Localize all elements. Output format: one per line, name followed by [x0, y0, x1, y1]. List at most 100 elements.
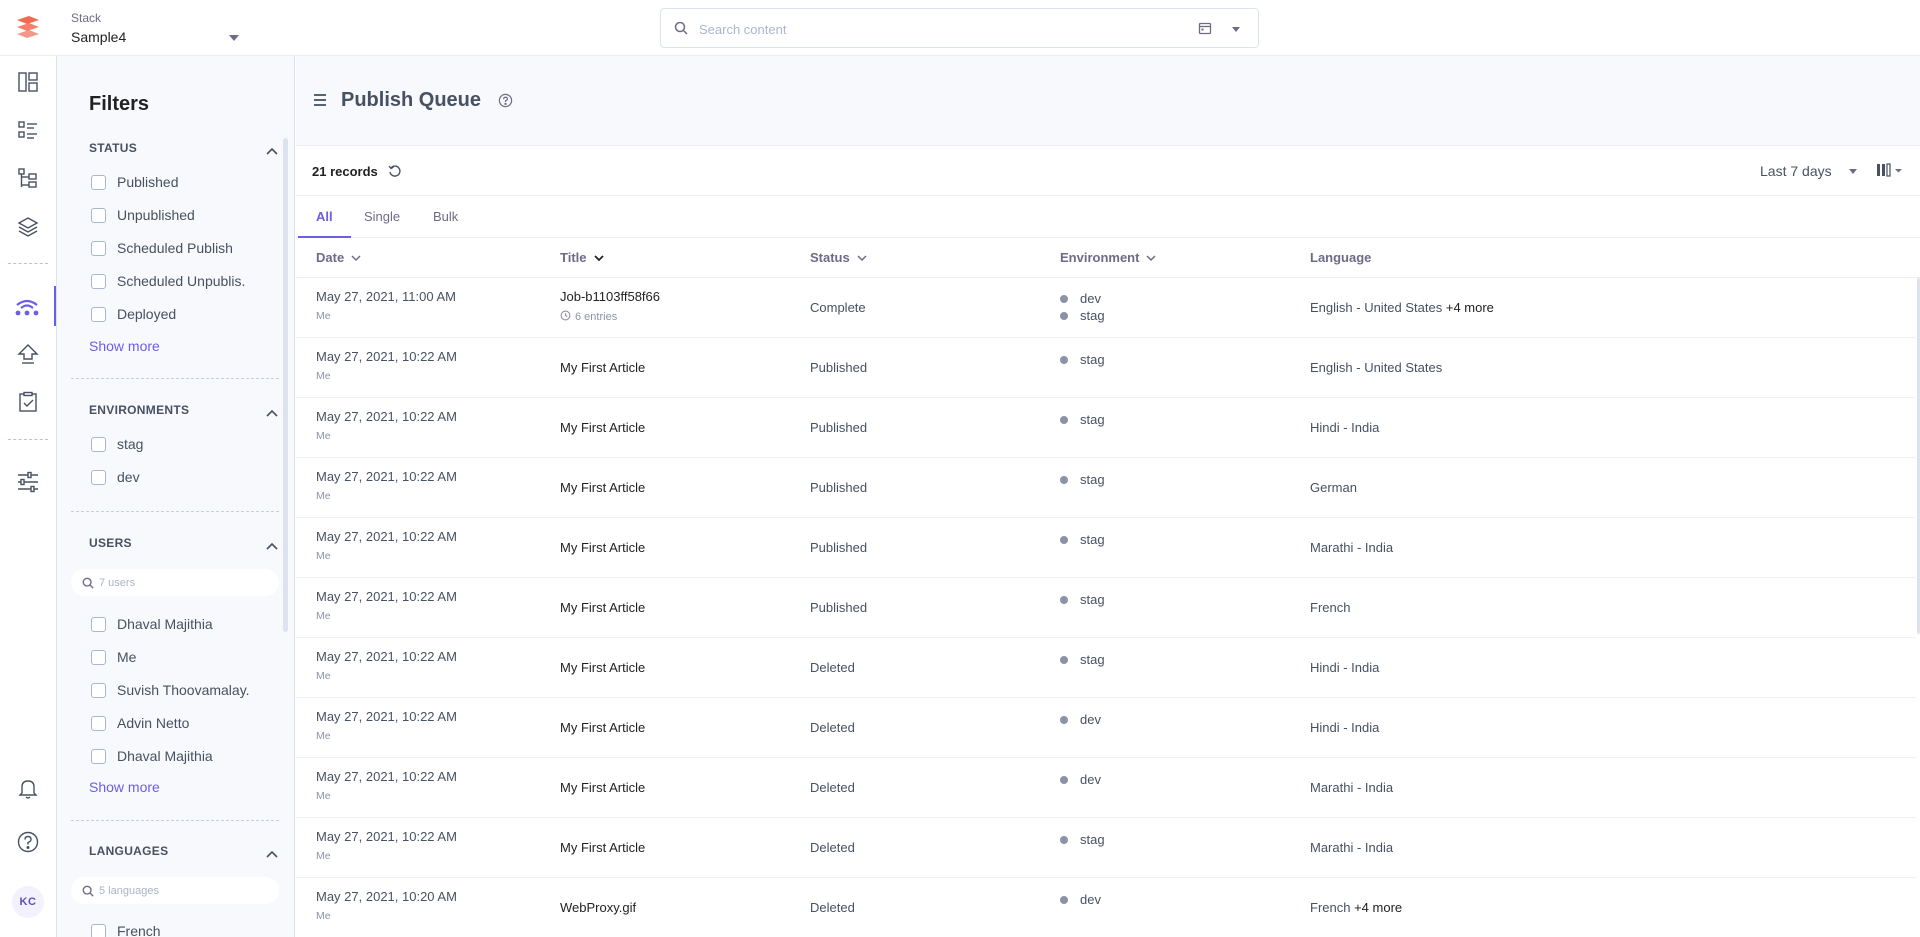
languages-search[interactable] [71, 877, 279, 904]
tab-all[interactable]: All [298, 196, 351, 238]
chevron-down-icon[interactable] [593, 250, 604, 265]
checkbox[interactable] [91, 715, 106, 731]
filters-scrollbar[interactable] [283, 138, 288, 632]
date-range-select[interactable]: Last 7 days [1760, 163, 1832, 179]
notifications-icon[interactable] [0, 768, 56, 808]
entries-icon[interactable] [0, 110, 56, 150]
chevron-up-icon[interactable] [266, 537, 278, 550]
search-input[interactable] [699, 19, 1139, 39]
avatar[interactable]: KC [12, 886, 44, 918]
row-title[interactable]: My First Article [560, 840, 645, 855]
tab-bulk[interactable]: Bulk [415, 196, 476, 238]
tasks-icon[interactable] [0, 382, 56, 422]
column-header-title[interactable]: Title [560, 250, 604, 265]
checkbox[interactable] [91, 649, 106, 665]
chevron-down-icon[interactable] [351, 250, 361, 265]
table-row[interactable]: May 27, 2021, 10:22 AM Me My First Artic… [296, 338, 1916, 398]
table-row[interactable]: May 27, 2021, 10:22 AM Me My First Artic… [296, 578, 1916, 638]
checkbox[interactable] [91, 306, 106, 322]
more-languages-link[interactable]: +4 more [1446, 300, 1494, 315]
menu-icon[interactable] [313, 93, 327, 112]
help-icon[interactable] [498, 93, 513, 113]
checkbox[interactable] [91, 240, 106, 256]
users-search[interactable] [71, 569, 279, 596]
languages-search-input[interactable] [99, 882, 269, 899]
stack-selector[interactable]: Sample4 [71, 29, 126, 45]
column-header-environment[interactable]: Environment [1060, 250, 1156, 265]
table-row[interactable]: May 27, 2021, 10:22 AM Me My First Artic… [296, 398, 1916, 458]
search-bar[interactable] [660, 8, 1259, 48]
row-title[interactable]: My First Article [560, 600, 645, 615]
checkbox[interactable] [91, 923, 106, 937]
user-option[interactable]: Dhaval Majithia [91, 746, 213, 766]
status-option-scheduled-publish[interactable]: Scheduled Publish [91, 238, 233, 258]
table-row[interactable]: May 27, 2021, 10:22 AM Me My First Artic… [296, 818, 1916, 878]
column-settings-icon[interactable] [1876, 162, 1904, 183]
releases-icon[interactable] [0, 334, 56, 374]
status-option-scheduled-unpublish[interactable]: Scheduled Unpublis. [91, 271, 245, 291]
checkbox[interactable] [91, 682, 106, 698]
column-header-status[interactable]: Status [810, 250, 867, 265]
calendar-icon[interactable] [1198, 21, 1212, 40]
chevron-down-icon[interactable] [1849, 169, 1857, 174]
refresh-icon[interactable] [388, 164, 402, 183]
checkbox[interactable] [91, 616, 106, 632]
status-option-deployed[interactable]: Deployed [91, 304, 176, 324]
table-row[interactable]: May 27, 2021, 11:00 AM Me Job-b1103ff58f… [296, 278, 1916, 338]
dashboard-icon[interactable] [0, 62, 56, 102]
language-option-french[interactable]: French [91, 921, 161, 937]
table-row[interactable]: May 27, 2021, 10:22 AM Me My First Artic… [296, 638, 1916, 698]
content-models-icon[interactable] [0, 158, 56, 198]
row-entries[interactable]: 6 entries [560, 310, 617, 324]
checkbox[interactable] [91, 273, 106, 289]
chevron-down-icon[interactable] [1232, 27, 1240, 32]
users-show-more-link[interactable]: Show more [89, 779, 160, 795]
settings-icon[interactable] [0, 462, 56, 502]
checkbox[interactable] [91, 207, 106, 223]
table-row[interactable]: May 27, 2021, 10:22 AM Me My First Artic… [296, 518, 1916, 578]
table-row[interactable]: May 27, 2021, 10:20 AM Me WebProxy.gif D… [296, 878, 1916, 937]
more-languages-link[interactable]: +4 more [1354, 900, 1402, 915]
status-option-published[interactable]: Published [91, 172, 179, 192]
publish-queue-icon[interactable] [0, 286, 56, 326]
environment-option-stag[interactable]: stag [91, 434, 143, 454]
row-title[interactable]: My First Article [560, 720, 645, 735]
user-option[interactable]: Me [91, 647, 136, 667]
assets-icon[interactable] [0, 206, 56, 246]
row-title[interactable]: My First Article [560, 540, 645, 555]
row-title[interactable]: My First Article [560, 780, 645, 795]
help-icon[interactable] [0, 822, 56, 862]
chevron-down-icon[interactable] [1146, 250, 1156, 265]
user-option[interactable]: Advin Netto [91, 713, 189, 733]
user-option[interactable]: Suvish Thoovamalay. [91, 680, 250, 700]
checkbox[interactable] [91, 469, 106, 485]
users-search-input[interactable] [99, 574, 269, 591]
row-title[interactable]: My First Article [560, 360, 645, 375]
environment-option-dev[interactable]: dev [91, 467, 140, 487]
checkbox[interactable] [91, 174, 106, 190]
checkbox[interactable] [91, 748, 106, 764]
row-title[interactable]: My First Article [560, 480, 645, 495]
chevron-down-icon[interactable] [229, 35, 239, 41]
table-row[interactable]: May 27, 2021, 10:22 AM Me My First Artic… [296, 758, 1916, 818]
status-show-more-link[interactable]: Show more [89, 338, 160, 354]
row-title[interactable]: My First Article [560, 420, 645, 435]
row-date: May 27, 2021, 10:22 AM [316, 769, 457, 784]
column-header-date[interactable]: Date [316, 250, 361, 265]
table-row[interactable]: May 27, 2021, 10:22 AM Me My First Artic… [296, 458, 1916, 518]
chevron-up-icon[interactable] [266, 845, 278, 858]
column-header-language[interactable]: Language [1310, 250, 1371, 265]
user-option[interactable]: Dhaval Majithia [91, 614, 213, 634]
row-user: Me [316, 430, 331, 442]
contentstack-logo-icon[interactable] [13, 14, 43, 40]
status-option-unpublished[interactable]: Unpublished [91, 205, 195, 225]
tab-single[interactable]: Single [346, 196, 418, 238]
chevron-down-icon[interactable] [857, 250, 867, 265]
chevron-up-icon[interactable] [266, 404, 278, 417]
checkbox[interactable] [91, 436, 106, 452]
table-row[interactable]: May 27, 2021, 10:22 AM Me My First Artic… [296, 698, 1916, 758]
chevron-up-icon[interactable] [266, 142, 278, 155]
row-title[interactable]: My First Article [560, 660, 645, 675]
row-title[interactable]: WebProxy.gif [560, 900, 636, 915]
row-title[interactable]: Job-b1103ff58f66 [560, 289, 660, 304]
